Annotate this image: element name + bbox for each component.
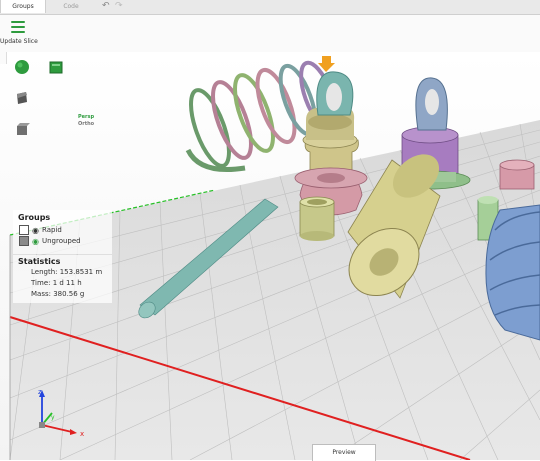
small-cylinder-model[interactable] xyxy=(299,196,335,241)
group-row-rapid[interactable]: ◉ Rapid xyxy=(19,225,62,235)
view-sphere-icon[interactable] xyxy=(14,59,30,75)
view-box-icon[interactable] xyxy=(48,59,64,75)
toolbar: Groups Code ↶ ↷ Update Slice xyxy=(0,0,540,52)
group-color-swatch[interactable] xyxy=(19,225,29,235)
update-slice-label: Update Slice xyxy=(0,38,38,45)
menu-lines-icon xyxy=(11,21,25,33)
group-row-ungrouped[interactable]: ◉ Ungrouped xyxy=(19,236,81,246)
collapse-handle[interactable] xyxy=(0,52,7,64)
3d-viewport[interactable]: z y x Persp Ortho Groups ◉ Rapid ◉ Ungroup… xyxy=(0,52,540,460)
projection-toggle[interactable]: Persp Ortho xyxy=(78,114,94,128)
group-label: Ungrouped xyxy=(41,237,81,245)
eye-icon[interactable]: ◉ xyxy=(32,237,39,246)
cube-view-icon[interactable] xyxy=(14,122,30,138)
stat-time: Time: 1 d 11 h xyxy=(31,279,82,287)
undo-icon[interactable]: ↶ xyxy=(102,1,110,12)
statistics-title: Statistics xyxy=(18,257,61,266)
groups-panel: Groups ◉ Rapid ◉ Ungrouped xyxy=(13,210,112,254)
pink-cylinder-model[interactable] xyxy=(499,159,535,190)
update-slice-button[interactable]: Update Slice xyxy=(0,18,40,50)
y-axis-label: y xyxy=(51,414,55,421)
redo-icon[interactable]: ↷ xyxy=(115,1,123,12)
eye-icon[interactable]: ◉ xyxy=(32,226,39,235)
group-label: Rapid xyxy=(41,226,62,234)
tab-code[interactable]: Code xyxy=(46,0,96,13)
groups-title: Groups xyxy=(18,213,51,222)
stat-length: Length: 153.8531 m xyxy=(31,268,103,276)
z-axis-label: z xyxy=(38,388,42,396)
group-color-swatch[interactable] xyxy=(19,236,29,246)
preview-tab[interactable]: Preview xyxy=(312,444,376,461)
statistics-panel: Statistics Length: 153.8531 m Time: 1 d … xyxy=(13,255,112,303)
rotate-view-icon[interactable] xyxy=(14,90,30,106)
stat-mass: Mass: 380.56 g xyxy=(31,290,85,298)
tab-groups[interactable]: Groups xyxy=(0,0,46,13)
tab-strip: Groups Code ↶ ↷ xyxy=(0,0,540,15)
persp-option[interactable]: Persp xyxy=(78,114,94,121)
ortho-option[interactable]: Ortho xyxy=(78,121,94,128)
x-axis-label: x xyxy=(80,430,84,438)
